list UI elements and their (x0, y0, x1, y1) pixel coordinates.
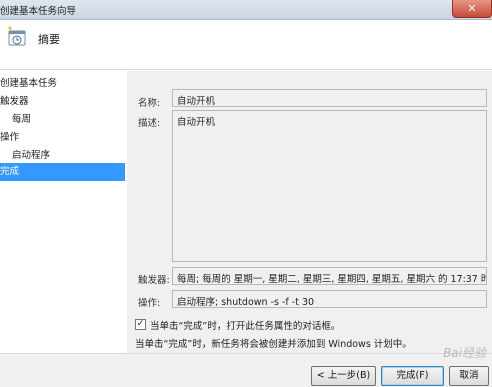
wizard-header: 摘要 (0, 20, 492, 70)
title-bar: 创建基本任务向导 ✕ (0, 0, 492, 20)
description-value: 自动开机 (177, 117, 216, 128)
action-label: 操作: (138, 298, 161, 309)
description-label: 描述: (138, 118, 161, 129)
finish-button[interactable]: 完成(F) (381, 366, 444, 386)
window-title: 创建基本任务向导 (0, 6, 77, 17)
button-bar: < 上一步(B) 完成(F) 取消 (0, 353, 492, 387)
trigger-field[interactable]: 每周; 每周的 星期一, 星期二, 星期三, 星期四, 星期五, 星期六 的 1… (172, 267, 487, 285)
watermark: Bai经验 (443, 346, 486, 360)
step-trigger[interactable]: 触发器 (0, 93, 125, 111)
action-field[interactable]: 启动程序; shutdown -s -f -t 30 (172, 290, 487, 308)
open-properties-label: 当单击“完成”时，打开此任务属性的对话框。 (150, 321, 341, 332)
page-heading: 摘要 (38, 33, 60, 46)
step-create-basic-task[interactable]: 创建基本任务 (0, 75, 125, 93)
wizard-steps: 创建基本任务 触发器 每周 操作 启动程序 完成 (0, 71, 127, 353)
task-scheduler-icon (8, 26, 26, 46)
close-icon: ✕ (467, 2, 477, 15)
trigger-label: 触发器: (138, 275, 170, 286)
description-field[interactable]: 自动开机 (172, 110, 487, 262)
finish-info-text: 当单击“完成”时，新任务将会被创建并添加到 Windows 计划中。 (135, 339, 412, 350)
step-weekly[interactable]: 每周 (0, 111, 125, 129)
cancel-button[interactable]: 取消 (449, 366, 489, 386)
name-label: 名称: (138, 98, 161, 109)
close-button[interactable]: ✕ (452, 0, 492, 18)
name-value: 自动开机 (177, 96, 216, 107)
back-button[interactable]: < 上一步(B) (311, 366, 376, 386)
name-field[interactable]: 自动开机 (172, 89, 487, 107)
open-properties-checkbox[interactable]: ✓ (135, 319, 146, 330)
step-action[interactable]: 操作 (0, 129, 125, 147)
action-value: 启动程序; shutdown -s -f -t 30 (177, 297, 315, 308)
step-finish[interactable]: 完成 (0, 163, 125, 181)
trigger-value: 每周; 每周的 星期一, 星期二, 星期三, 星期四, 星期五, 星期六 的 1… (177, 274, 487, 285)
